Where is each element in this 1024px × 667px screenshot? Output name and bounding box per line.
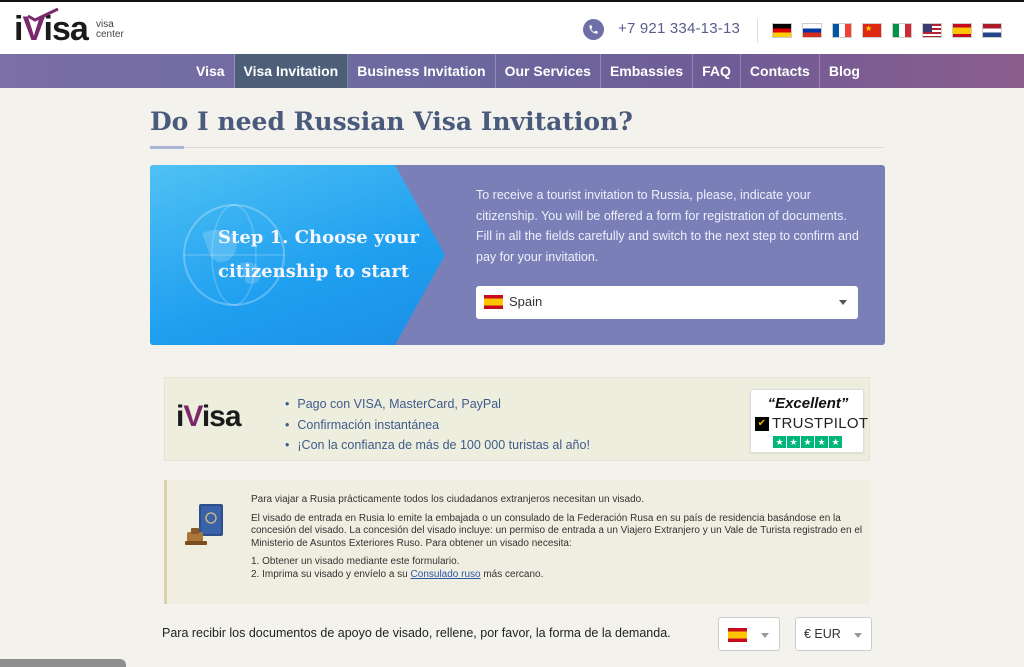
- status-tab: [0, 659, 126, 667]
- trustpilot-rating-word: “Excellent”: [767, 395, 849, 412]
- nav-item-blog[interactable]: Blog: [820, 54, 869, 88]
- promo-logo: iVisa: [176, 400, 242, 433]
- phone-number[interactable]: +7 921 334-13-13: [618, 20, 740, 37]
- citizenship-select[interactable]: Spain: [476, 286, 858, 319]
- visa-info-box: Para viajar a Rusia prácticamente todos …: [164, 480, 870, 604]
- trustpilot-check-icon: ✔: [755, 416, 769, 431]
- nav-item-our-services[interactable]: Our Services: [496, 54, 601, 88]
- info-steps: 1. Obtener un visado mediante este formu…: [251, 556, 869, 581]
- main-nav: Visa Visa Invitation Business Invitation…: [0, 54, 1024, 88]
- step-heading: Step 1. Choose your citizenship to start: [218, 227, 419, 282]
- logo-check-icon: [27, 8, 59, 22]
- header-divider: [757, 19, 758, 43]
- nav-item-contacts[interactable]: Contacts: [741, 54, 820, 88]
- promo-banner: iVisa Pago con VISA, MasterCard, PayPal …: [164, 377, 870, 461]
- promo-benefit: ¡Con la confianza de más de 100 000 turi…: [285, 435, 590, 456]
- nav-item-business-invitation[interactable]: Business Invitation: [348, 54, 496, 88]
- step-description: To receive a tourist invitation to Russi…: [476, 188, 859, 264]
- flag-netherlands-icon[interactable]: [982, 23, 1002, 38]
- logo-subtitle: visa center: [96, 19, 124, 40]
- flag-germany-icon[interactable]: [772, 23, 792, 38]
- citizenship-select-value: Spain: [509, 294, 543, 309]
- visa-info-text: Para viajar a Rusia prácticamente todos …: [251, 494, 869, 582]
- nav-item-visa[interactable]: Visa: [187, 54, 235, 88]
- trustpilot-brand: ✔ TRUSTPILOT: [755, 415, 868, 432]
- chevron-down-icon: [761, 633, 769, 638]
- form-prompt: Para recibir los documentos de apoyo de …: [162, 626, 671, 640]
- flag-china-icon[interactable]: ★: [862, 23, 882, 38]
- top-header: iVisa visa center +7 921 334-13-13 ★: [0, 0, 1024, 54]
- flag-italy-icon[interactable]: [892, 23, 912, 38]
- page-title: Do I need Russian Visa Invitation?: [150, 107, 633, 136]
- currency-select[interactable]: € EUR: [795, 617, 872, 651]
- step-panel: Step 1. Choose your citizenship to start…: [150, 165, 885, 345]
- promo-benefit: Confirmación instantánea: [285, 415, 590, 436]
- country-select[interactable]: [718, 617, 780, 651]
- step-arrow-panel: Step 1. Choose your citizenship to start: [150, 165, 445, 345]
- star-icon: ★: [773, 436, 786, 448]
- phone-icon[interactable]: [583, 19, 604, 40]
- trustpilot-badge[interactable]: “Excellent” ✔ TRUSTPILOT ★ ★ ★ ★ ★: [750, 389, 868, 453]
- nav-item-visa-invitation[interactable]: Visa Invitation: [234, 54, 349, 88]
- star-icon: ★: [801, 436, 814, 448]
- passport-icon: [185, 504, 223, 545]
- star-icon: ★: [829, 436, 842, 448]
- promo-benefit: Pago con VISA, MasterCard, PayPal: [285, 394, 590, 415]
- currency-select-value: € EUR: [804, 627, 841, 641]
- chevron-down-icon: [854, 633, 862, 638]
- info-paragraph: El visado de entrada en Rusia lo emite l…: [251, 512, 863, 549]
- star-icon: ★: [815, 436, 828, 448]
- star-icon: ★: [787, 436, 800, 448]
- language-switcher: ★: [772, 23, 1002, 38]
- flag-spain-icon: [484, 295, 503, 309]
- nav-item-faq[interactable]: FAQ: [693, 54, 741, 88]
- promo-benefits: Pago con VISA, MasterCard, PayPal Confir…: [285, 394, 590, 456]
- info-paragraph: Para viajar a Rusia prácticamente todos …: [251, 494, 644, 505]
- info-step: 2. Imprima su visado y envíelo a su Cons…: [251, 568, 544, 580]
- flag-spain-icon: [728, 628, 747, 642]
- title-divider: [150, 147, 884, 148]
- trustpilot-stars: ★ ★ ★ ★ ★: [773, 436, 842, 448]
- flag-france-icon[interactable]: [832, 23, 852, 38]
- nav-item-embassies[interactable]: Embassies: [601, 54, 694, 88]
- title-divider-accent: [150, 146, 184, 149]
- info-step: 1. Obtener un visado mediante este formu…: [251, 556, 460, 568]
- flag-russia-icon[interactable]: [802, 23, 822, 38]
- chevron-down-icon: [839, 300, 847, 305]
- flag-usa-icon[interactable]: [922, 23, 942, 38]
- site-logo[interactable]: iVisa visa center: [14, 8, 134, 50]
- russian-consulate-link[interactable]: Consulado ruso: [411, 569, 481, 580]
- flag-spain-icon[interactable]: [952, 23, 972, 38]
